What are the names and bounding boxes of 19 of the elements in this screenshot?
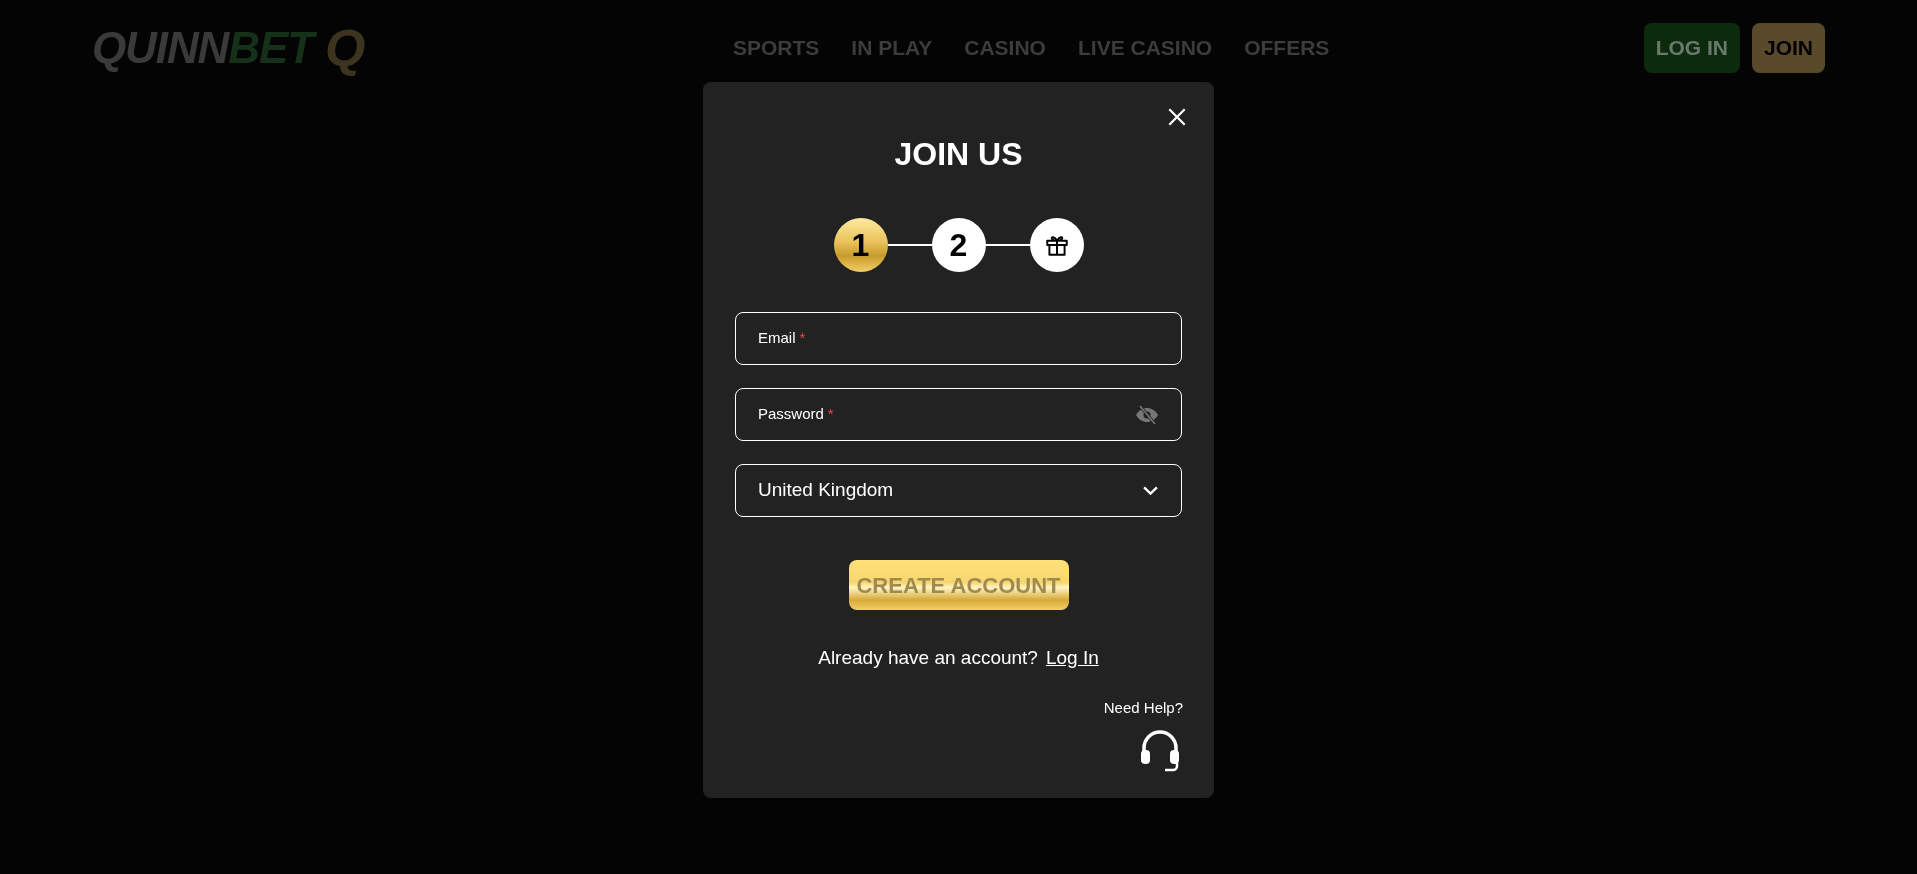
- email-field[interactable]: Email *: [735, 312, 1182, 365]
- nav-link[interactable]: CASINO: [964, 31, 1046, 64]
- password-field[interactable]: Password *: [735, 388, 1182, 441]
- close-icon[interactable]: [1166, 106, 1188, 128]
- country-select[interactable]: United Kingdom: [735, 464, 1182, 517]
- logo-mark[interactable]: Q: [325, 21, 366, 74]
- help-label: Need Help?: [1103, 697, 1183, 718]
- login-button[interactable]: LOG IN: [1643, 22, 1740, 73]
- nav-link[interactable]: OFFERS: [1244, 31, 1330, 64]
- nav-link[interactable]: LIVE CASINO: [1077, 31, 1213, 64]
- nav-link[interactable]: SPORTS: [733, 31, 820, 64]
- join-button[interactable]: JOIN: [1752, 22, 1825, 73]
- eye-off-icon[interactable]: [1135, 402, 1159, 427]
- login-link[interactable]: Log In: [1045, 644, 1099, 673]
- dialog-title: JOIN US: [894, 138, 1023, 170]
- nav-link[interactable]: IN PLAY: [851, 31, 933, 64]
- login-prompt: Already have an account?: [818, 646, 1038, 670]
- step-indicator: 2: [931, 218, 986, 272]
- step-indicator: 1: [833, 218, 888, 272]
